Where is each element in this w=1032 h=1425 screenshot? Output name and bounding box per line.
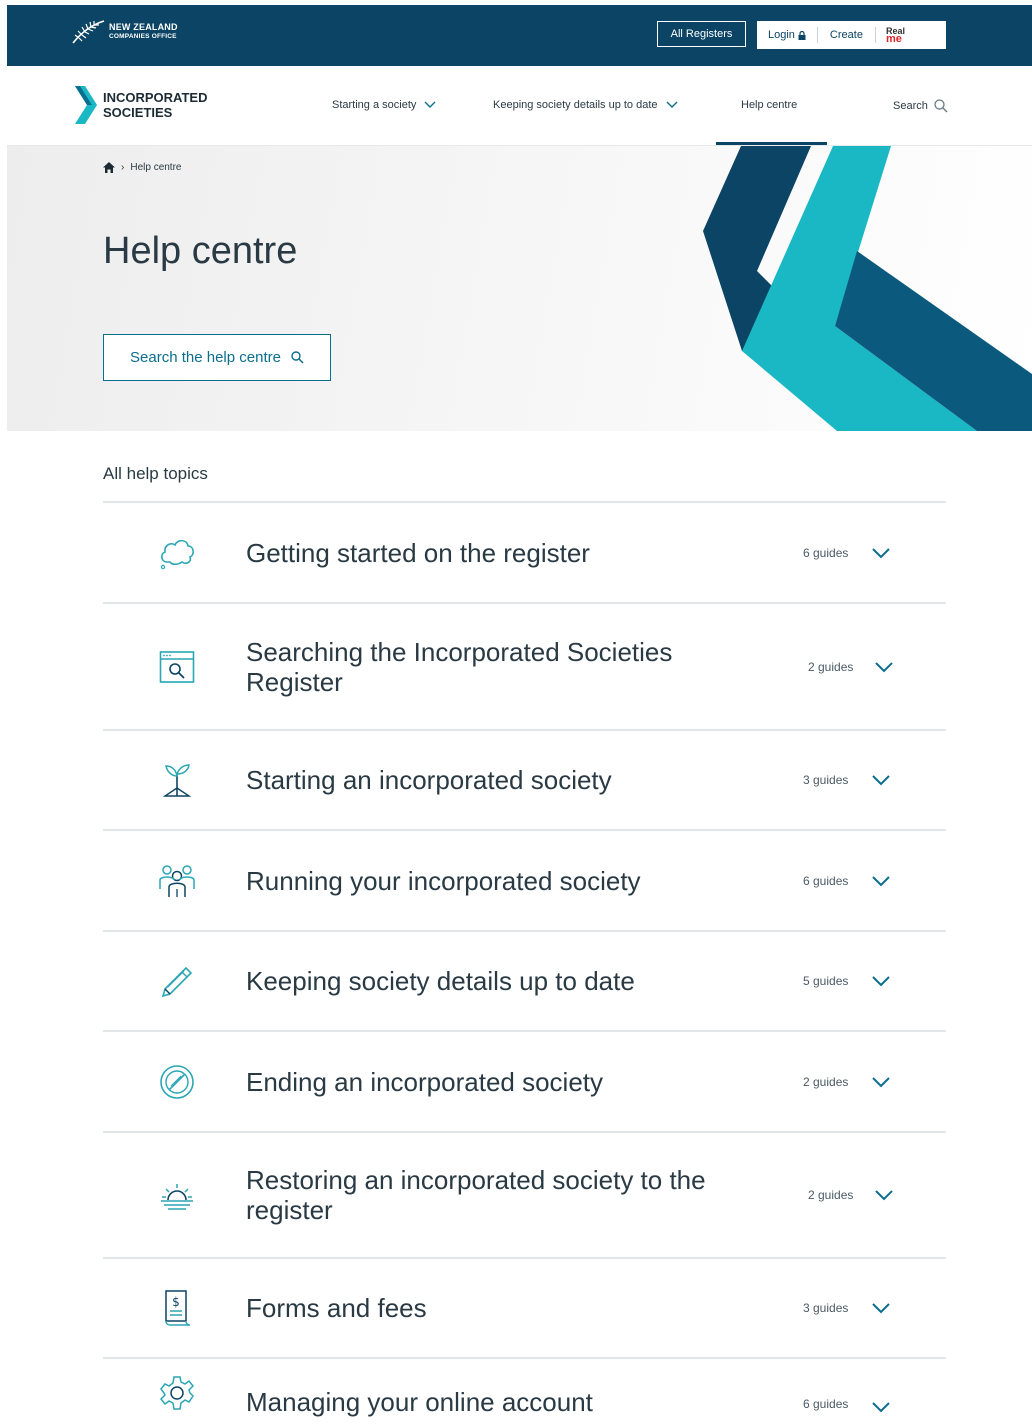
chevron-down-icon[interactable]	[871, 1301, 891, 1315]
top-bar: NEW ZEALAND COMPANIES OFFICE All Registe…	[7, 5, 1032, 66]
topic-forms-and-fees[interactable]: $ Forms and fees 3 guides	[103, 1257, 946, 1357]
realme-logo[interactable]: Real me	[886, 27, 905, 45]
cloud-icon	[157, 533, 197, 573]
nav-keeping-details[interactable]: Keeping society details up to date	[493, 99, 678, 111]
guide-count: 6 guides	[803, 545, 849, 560]
search-icon	[291, 351, 304, 364]
topic-title: Forms and fees	[246, 1293, 427, 1323]
search-icon	[934, 99, 948, 113]
topic-title: Ending an incorporated society	[246, 1066, 604, 1097]
decorative-chevron-art	[703, 146, 1032, 431]
guide-count: 6 guides	[803, 1397, 849, 1411]
topic-title: Searching the Incorporated Societies Reg…	[246, 636, 673, 697]
receipt-icon: $	[157, 1288, 197, 1328]
fern-icon	[72, 20, 105, 44]
breadcrumb: › Help centre	[103, 162, 181, 173]
chevron-logo-icon	[75, 86, 97, 124]
hero-banner: › Help centre Help centre Search the hel…	[7, 146, 1032, 431]
sprout-icon	[157, 760, 197, 800]
guide-count: 6 guides	[803, 873, 849, 888]
chevron-down-icon[interactable]	[871, 874, 891, 888]
chevron-down-icon[interactable]	[871, 974, 891, 988]
sunrise-icon	[157, 1175, 197, 1215]
chevron-down-icon	[666, 101, 678, 108]
nav-starting-a-society[interactable]: Starting a society	[332, 99, 436, 111]
divider	[874, 27, 876, 43]
guide-count: 3 guides	[803, 773, 849, 787]
help-topics-list: Getting started on the register 6 guides…	[103, 501, 946, 1425]
nz-companies-office-logo[interactable]: NEW ZEALAND COMPANIES OFFICE	[71, 19, 178, 45]
page-title: Help centre	[103, 230, 298, 272]
search-help-centre-button[interactable]: Search the help centre	[103, 334, 331, 381]
nav-help-centre[interactable]: Help centre	[741, 99, 797, 111]
breadcrumb-current: Help centre	[130, 162, 182, 173]
active-nav-indicator	[716, 142, 827, 145]
people-icon	[157, 861, 197, 901]
search-window-icon	[157, 647, 197, 687]
topic-title: Starting an incorporated society	[246, 765, 612, 795]
topic-starting-society[interactable]: Starting an incorporated society 3 guide…	[103, 729, 946, 829]
gear-icon	[157, 1373, 197, 1413]
topic-getting-started[interactable]: Getting started on the register 6 guides	[103, 501, 946, 602]
topic-searching-register[interactable]: Searching the Incorporated Societies Reg…	[103, 602, 946, 729]
chevron-down-icon[interactable]	[871, 1400, 891, 1414]
chevron-down-icon[interactable]	[871, 773, 891, 787]
account-box: Login Create Real me	[757, 21, 946, 49]
chevron-down-icon	[424, 101, 436, 108]
companies-office-wordmark: NEW ZEALAND COMPANIES OFFICE	[109, 22, 178, 41]
chevron-down-icon[interactable]	[874, 660, 894, 674]
guide-count: 3 guides	[803, 1301, 849, 1315]
topic-keeping-details[interactable]: Keeping society details up to date 5 gui…	[103, 930, 946, 1030]
guide-count: 2 guides	[808, 659, 854, 674]
home-icon[interactable]	[103, 162, 115, 173]
pencil-icon	[157, 961, 197, 1001]
nav-search[interactable]: Search	[893, 99, 948, 113]
all-help-topics-label: All help topics	[103, 464, 208, 483]
topic-title: Managing your online account	[246, 1387, 593, 1417]
topic-title: Restoring an incorporated society to the…	[246, 1165, 706, 1225]
guide-count: 2 guides	[808, 1188, 854, 1202]
prohibited-icon	[157, 1062, 197, 1102]
svg-text:$: $	[172, 1295, 180, 1309]
topic-managing-account[interactable]: Managing your online account 6 guides	[103, 1357, 946, 1425]
login-link[interactable]: Login	[757, 29, 817, 41]
topic-title: Getting started on the register	[246, 537, 590, 568]
chevron-down-icon[interactable]	[871, 1075, 891, 1089]
topic-title: Running your incorporated society	[246, 865, 641, 896]
topic-title: Keeping society details up to date	[246, 966, 635, 996]
chevron-down-icon[interactable]	[874, 1188, 894, 1202]
guide-count: 2 guides	[803, 1074, 849, 1089]
chevron-down-icon[interactable]	[871, 546, 891, 560]
create-link[interactable]: Create	[818, 29, 875, 41]
topic-running-society[interactable]: Running your incorporated society 6 guid…	[103, 829, 946, 930]
lock-icon	[798, 30, 806, 40]
topic-restoring-society[interactable]: Restoring an incorporated society to the…	[103, 1131, 946, 1257]
incorporated-societies-logo[interactable]: INCORPORATED SOCIETIES	[71, 86, 207, 124]
site-header: INCORPORATED SOCIETIES Starting a societ…	[7, 66, 1032, 146]
guide-count: 5 guides	[803, 974, 849, 988]
all-registers-button[interactable]: All Registers	[657, 21, 746, 47]
breadcrumb-separator: ›	[121, 162, 125, 173]
topic-ending-society[interactable]: Ending an incorporated society 2 guides	[103, 1030, 946, 1131]
